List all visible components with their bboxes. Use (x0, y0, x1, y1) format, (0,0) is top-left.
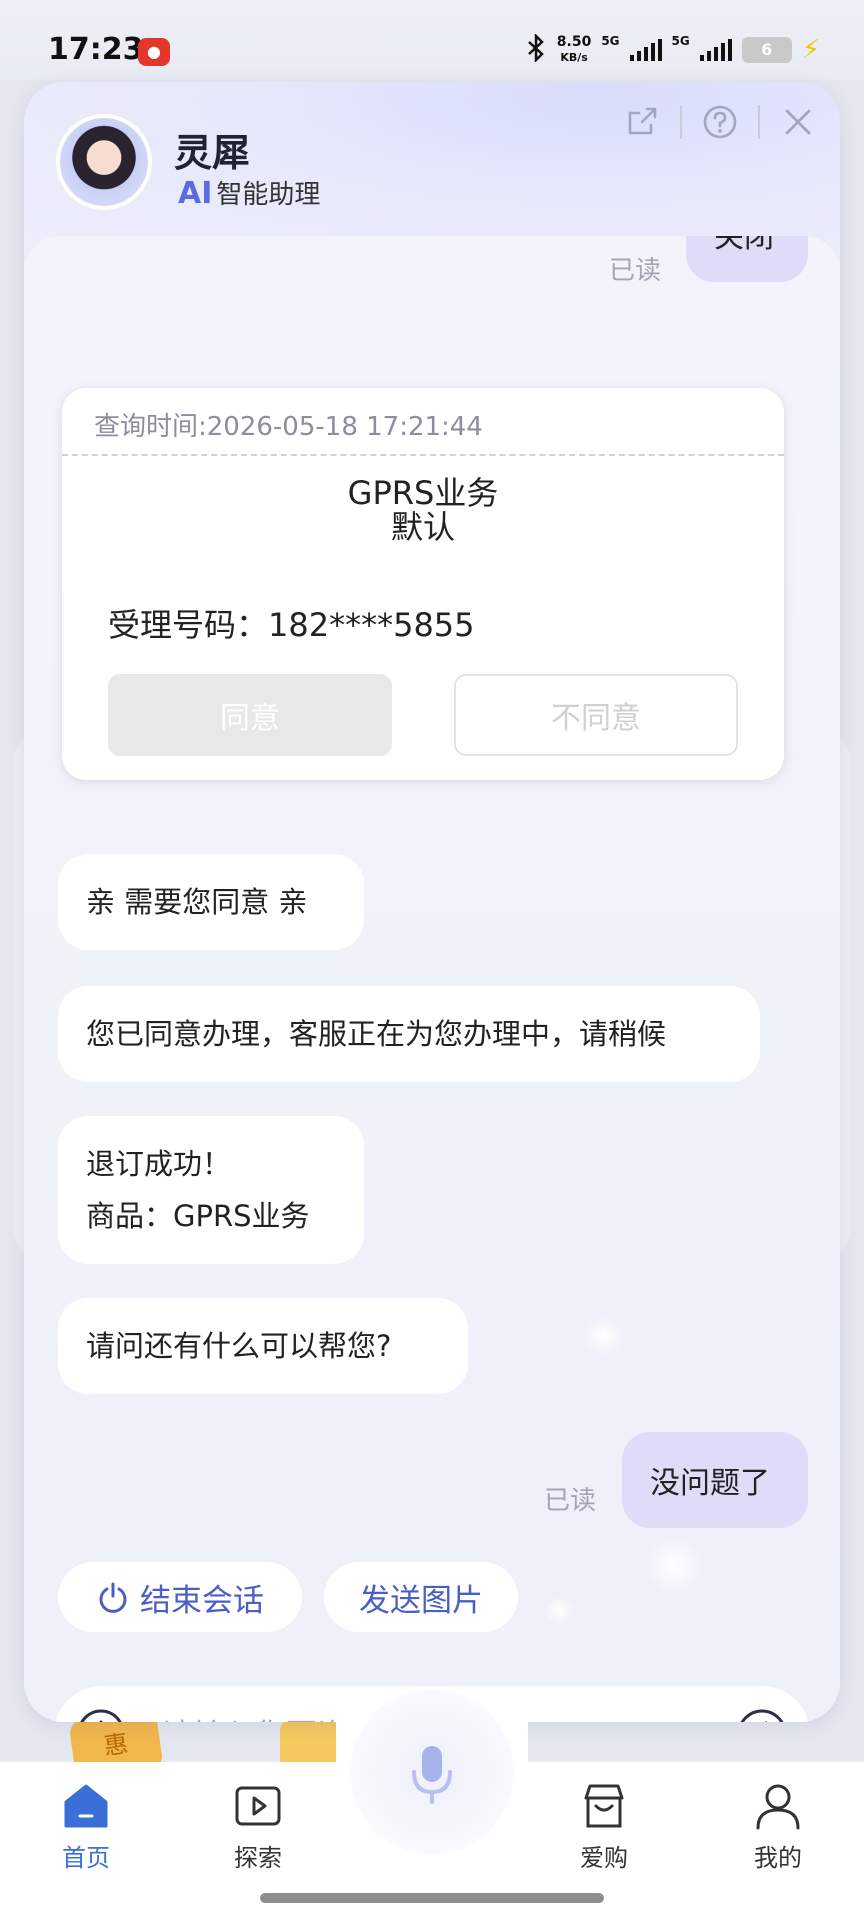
sparkle-decoration (584, 1316, 624, 1356)
query-time: 查询时间:2026-05-18 17:21:44 (94, 412, 483, 442)
header-separator (758, 105, 760, 139)
signal-icon (629, 39, 662, 61)
bot-message: 请问还有什么可以帮您? (58, 1298, 468, 1394)
help-icon[interactable] (700, 102, 740, 142)
agree-button[interactable]: 同意 (108, 674, 392, 756)
sparkle-decoration (644, 1536, 704, 1596)
nav-item-explore[interactable]: 探索 (208, 1778, 308, 1873)
user-message: 没问题了 (622, 1432, 808, 1528)
avatar (56, 114, 152, 210)
assistant-subtitle: AI 智能助理 (178, 176, 321, 211)
status-bar: 17:23 ● 8.50 KB/s 5G 5G 6 ⚡ (0, 0, 864, 80)
notification-app-icon: ● (138, 38, 170, 66)
microphone-icon (404, 1740, 460, 1810)
status-time: 17:23 (48, 32, 144, 67)
nav-item-mine[interactable]: 我的 (728, 1778, 828, 1873)
power-icon (99, 1582, 127, 1613)
read-status: 已读 (609, 256, 662, 286)
card-subtitle: 默认 (390, 508, 455, 546)
nav-item-shop[interactable]: 爱购 (554, 1778, 654, 1873)
read-status: 已读 (544, 1486, 597, 1516)
disagree-button[interactable]: 不同意 (454, 674, 738, 756)
card-divider (62, 454, 784, 456)
nav-item-home[interactable]: 首页 (36, 1778, 136, 1873)
user-message: 关闭 (686, 236, 808, 282)
card-phone: 受理号码：182****5855 (108, 606, 475, 644)
chat-area[interactable]: 关闭 已读 查询时间:2026-05-18 17:21:44 GPRS业务 默认… (24, 236, 840, 1722)
signal1-label: 5G (601, 34, 620, 48)
bot-message: 亲 需要您同意 亲 (58, 854, 364, 950)
send-image-button[interactable]: 发送图片 (324, 1562, 518, 1632)
voice-input-icon[interactable] (736, 1708, 788, 1722)
close-icon[interactable] (778, 102, 818, 142)
user-icon (728, 1778, 828, 1834)
sparkle-decoration (544, 1596, 574, 1626)
signal2-label: 5G (671, 34, 690, 48)
bot-message: 您已同意办理，客服正在为您办理中，请稍候 (58, 986, 760, 1082)
net-speed: 8.50 KB/s (556, 34, 592, 65)
charging-icon: ⚡ (801, 35, 820, 65)
home-icon (36, 1778, 136, 1834)
shop-icon (554, 1778, 654, 1834)
signal-icon (699, 39, 732, 61)
plus-icon[interactable] (76, 1708, 126, 1722)
play-icon (208, 1778, 308, 1834)
card-title: GPRS业务 (347, 474, 499, 512)
battery-icon: 6 (741, 37, 792, 63)
service-card: 查询时间:2026-05-18 17:21:44 GPRS业务 默认 受理号码：… (62, 388, 784, 780)
home-indicator[interactable] (260, 1893, 604, 1903)
assistant-name: 灵犀 (174, 131, 251, 175)
ai-badge: AI (178, 176, 213, 211)
status-icons: 8.50 KB/s 5G 5G 6 ⚡ (525, 32, 820, 66)
share-icon[interactable] (622, 102, 662, 142)
bluetooth-icon (525, 32, 547, 66)
header-separator (680, 105, 682, 139)
end-session-button[interactable]: 结束会话 (58, 1562, 302, 1632)
assistant-panel: 灵犀 AI 智能助理 关闭 已读 查询时间:2026-05-18 17:21:44 (24, 82, 840, 1722)
header-actions (622, 102, 818, 142)
assistant-header: 灵犀 AI 智能助理 (24, 82, 840, 252)
bot-message: 退订成功！ 商品：GPRS业务 (58, 1116, 364, 1264)
